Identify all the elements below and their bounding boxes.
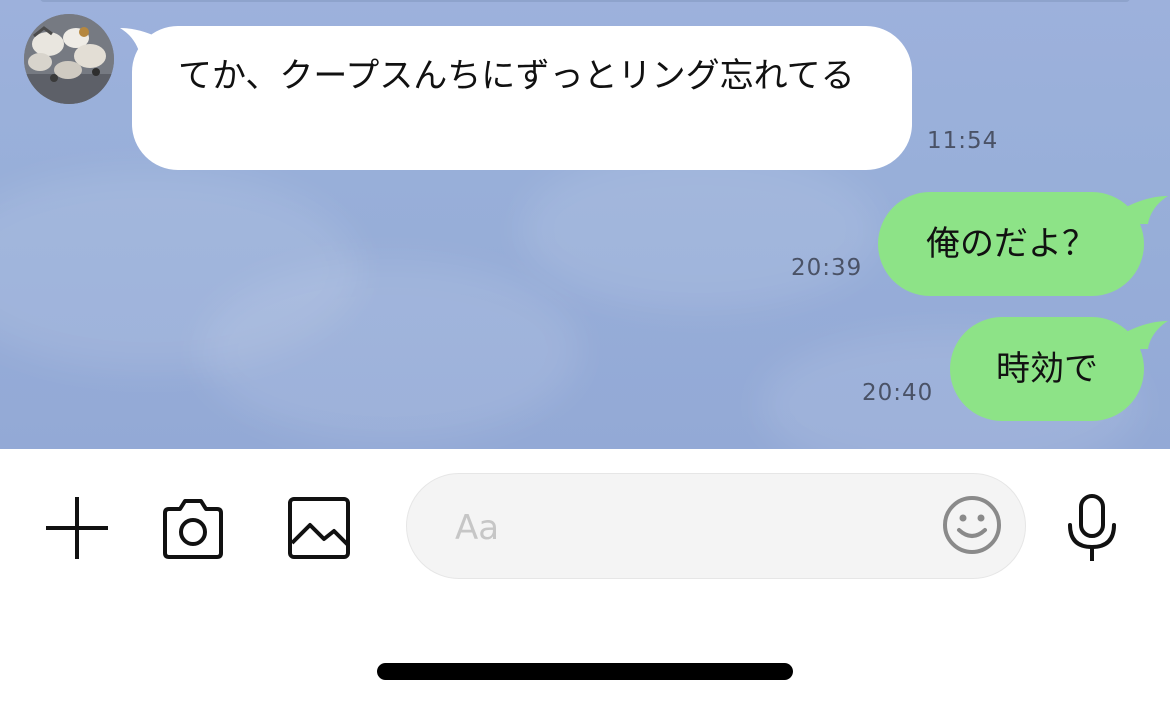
outgoing-message-bubble[interactable]: 俺のだよ？ [878,192,1144,296]
plus-icon [46,497,108,559]
background-cloud [520,150,880,310]
image-icon [288,497,350,559]
camera-button[interactable] [160,495,226,561]
background-cloud [200,260,580,440]
emoji-button[interactable] [941,494,1003,556]
gallery-button[interactable] [286,495,352,561]
chat-area[interactable]: てか、クープスんちにずっとリング忘れてる 11:54 20:39 俺のだよ？ 2… [0,0,1170,449]
outgoing-message-bubble[interactable]: 時効で [950,317,1144,421]
message-input[interactable] [453,502,917,554]
avatar-photo [24,14,114,104]
home-indicator[interactable] [377,663,793,680]
message-text: 俺のだよ？ [926,224,1096,264]
message-timestamp: 11:54 [927,128,999,154]
message-timestamp: 20:39 [791,255,863,281]
message-input-container[interactable] [406,473,1026,579]
message-timestamp: 20:40 [862,380,934,406]
previous-message-edge [40,0,1130,2]
camera-icon [163,499,223,559]
message-text: てか、クープスんちにずっとリング忘れてる [178,56,855,96]
contact-avatar[interactable] [24,14,114,104]
message-text: 時効で [996,349,1098,389]
incoming-message-bubble[interactable]: てか、クープスんちにずっとリング忘れてる [132,26,912,170]
voice-button[interactable] [1064,493,1120,565]
microphone-icon [1068,494,1116,561]
outgoing-bubble-tail [1124,321,1168,349]
outgoing-bubble-tail [1124,196,1168,224]
smiley-icon [943,496,1001,554]
add-button[interactable] [44,495,110,561]
